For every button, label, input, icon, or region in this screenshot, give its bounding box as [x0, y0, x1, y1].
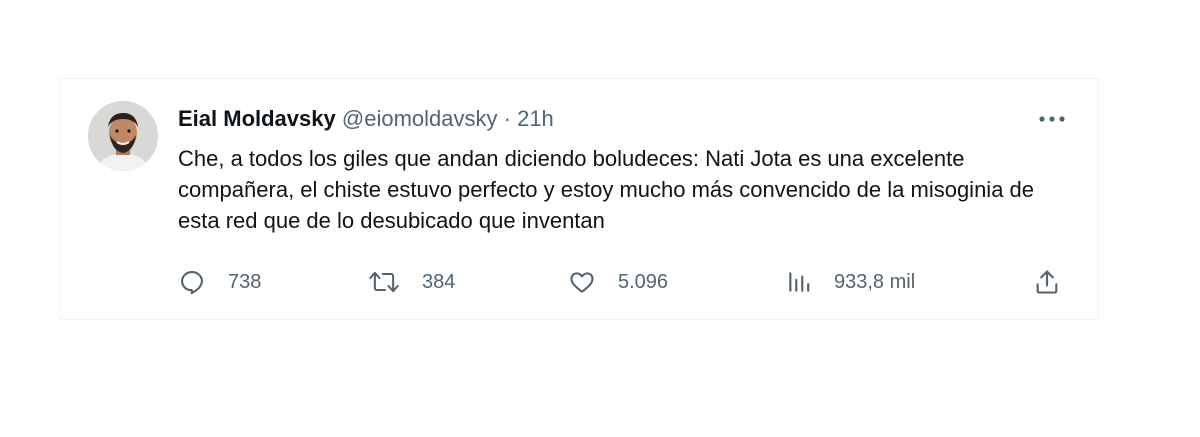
- display-name[interactable]: Eial Moldavsky: [178, 106, 336, 131]
- retweet-count: 384: [422, 270, 456, 293]
- tweet-header: Eial Moldavsky @eiomoldavsky · 21h: [178, 105, 554, 133]
- reply-icon: [178, 268, 206, 296]
- avatar[interactable]: [88, 101, 158, 171]
- views-count: 933,8 mil: [834, 270, 916, 293]
- share-button[interactable]: [1033, 267, 1061, 297]
- tweet-text: Che, a todos los giles que andan diciend…: [178, 146, 1035, 233]
- more-horizontal-icon: [1039, 116, 1065, 122]
- views-button[interactable]: 933,8 mil: [786, 267, 915, 297]
- heart-icon: [568, 268, 596, 296]
- more-options-button[interactable]: [1036, 109, 1068, 129]
- header-separator: ·: [503, 106, 511, 131]
- like-button[interactable]: 5.096: [568, 267, 668, 297]
- reply-button[interactable]: 738: [178, 267, 261, 297]
- retweet-button[interactable]: 384: [368, 267, 455, 297]
- retweet-icon: [368, 268, 400, 296]
- tweet-card[interactable]: Eial Moldavsky @eiomoldavsky · 21h Che, …: [59, 78, 1099, 320]
- tweet-actions: 738 384 5.096 933,8 mil: [178, 267, 1066, 297]
- tweet-timestamp[interactable]: 21h: [517, 106, 554, 131]
- like-count: 5.096: [618, 270, 669, 293]
- analytics-icon: [786, 269, 812, 295]
- user-handle[interactable]: @eiomoldavsky: [342, 106, 498, 131]
- reply-count: 738: [228, 270, 262, 293]
- share-icon: [1033, 268, 1061, 296]
- avatar-photo: [88, 101, 158, 171]
